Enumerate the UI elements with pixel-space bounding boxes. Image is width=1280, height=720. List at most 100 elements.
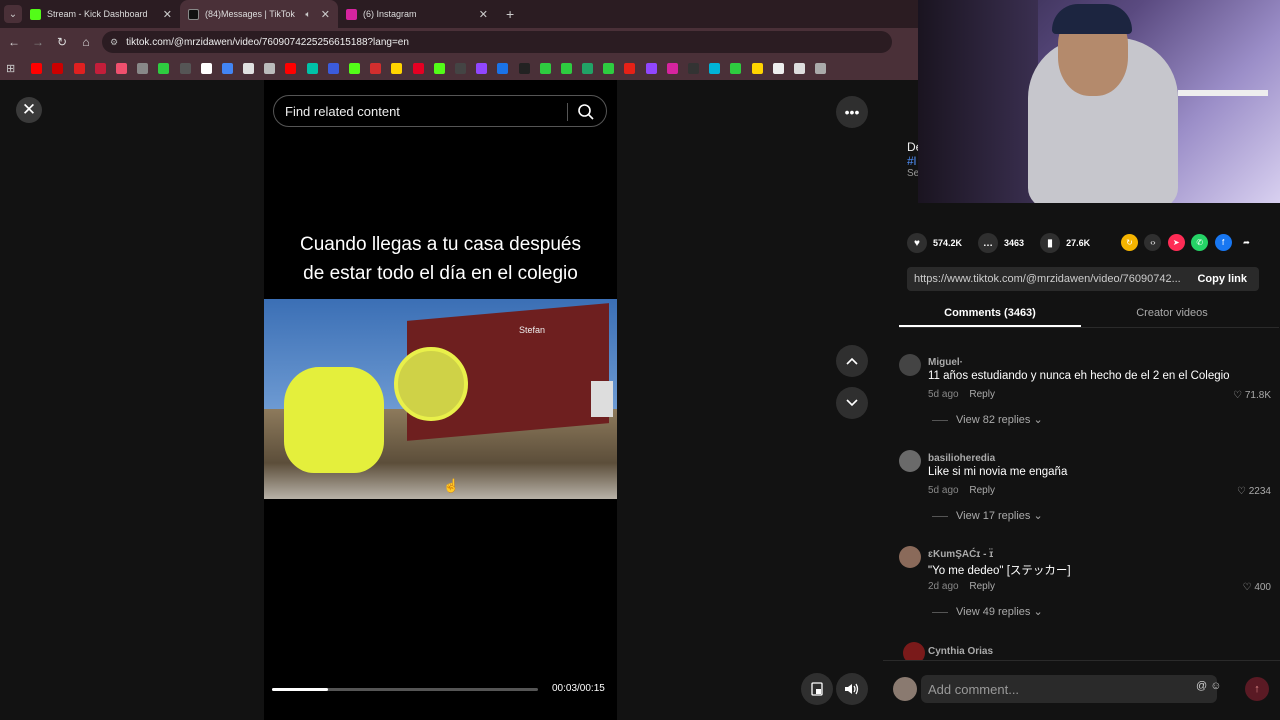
save-button[interactable]: ▮ 27.6K [1040, 233, 1090, 253]
bookmark-icon[interactable] [772, 62, 784, 74]
site-info-icon[interactable]: ⚙ [110, 37, 118, 48]
bookmark-icon[interactable] [115, 62, 127, 74]
repost-icon[interactable]: ↻ [1121, 234, 1138, 251]
avatar[interactable] [899, 354, 921, 376]
comment-button[interactable]: … 3463 [978, 233, 1024, 253]
comment-username[interactable]: basilioheredia [928, 453, 995, 464]
bookmark-icon[interactable] [476, 62, 488, 74]
bookmark-icon[interactable] [624, 62, 636, 74]
embed-icon[interactable]: ‹› [1144, 234, 1162, 251]
view-replies-button[interactable]: View 49 replies ⌄ [932, 605, 1043, 618]
video-progress-bar[interactable] [272, 688, 538, 691]
home-icon[interactable]: ⌂ [74, 35, 98, 49]
copy-link-button[interactable]: Copy link [1185, 273, 1259, 285]
bookmark-icon[interactable] [497, 62, 509, 74]
bookmark-icon[interactable] [560, 62, 572, 74]
save-count: 27.6K [1066, 238, 1091, 248]
reload-icon[interactable]: ↻ [50, 35, 74, 49]
back-icon[interactable]: ← [2, 35, 26, 49]
view-replies-button[interactable]: View 82 replies ⌄ [932, 413, 1043, 426]
bookmark-icon[interactable] [94, 62, 106, 74]
bookmark-icon[interactable] [221, 62, 233, 74]
comment-like-button[interactable]: ♡ 2234 [1237, 486, 1271, 497]
bookmark-icon[interactable] [688, 62, 700, 74]
send-to-friends-icon[interactable]: ➤ [1167, 234, 1185, 251]
bookmark-icon[interactable] [730, 62, 742, 74]
apps-grid-icon[interactable]: ⊞ [6, 62, 15, 75]
tab-creator-videos[interactable]: Creator videos [1081, 302, 1263, 327]
comment-like-button[interactable]: ♡ 71.8K [1233, 390, 1271, 401]
bookmark-icon[interactable] [158, 62, 170, 74]
bookmark-icon[interactable] [200, 62, 212, 74]
url-field[interactable]: ⚙ tiktok.com/@mrzidawen/video/7609074225… [102, 31, 892, 53]
view-replies-button[interactable]: View 17 replies ⌄ [932, 509, 1043, 522]
close-video-button[interactable]: ✕ [16, 97, 42, 123]
bookmark-icon[interactable] [793, 62, 805, 74]
forward-icon[interactable]: → [26, 35, 50, 49]
bookmark-icon[interactable] [179, 62, 191, 74]
video-link[interactable]: https://www.tiktok.com/@mrzidawen/video/… [907, 273, 1185, 285]
speaker-icon[interactable]: 🔈︎ [305, 9, 310, 20]
tab-title: (6) Instagram [363, 9, 417, 19]
bookmark-icon[interactable] [582, 62, 594, 74]
bookmark-icon[interactable] [709, 62, 721, 74]
facebook-icon[interactable]: f [1214, 234, 1232, 251]
bookmark-icon[interactable] [52, 62, 64, 74]
video-player[interactable]: Find related content Cuando llegas a tu … [264, 80, 617, 720]
reply-button[interactable]: Reply [969, 389, 995, 400]
tab-search-button[interactable]: ⌄ [4, 5, 22, 23]
like-button[interactable]: ♥ 574.2K [907, 233, 962, 253]
bookmark-icon[interactable] [454, 62, 466, 74]
new-tab-button[interactable]: + [506, 6, 514, 22]
bookmark-icon[interactable] [539, 62, 551, 74]
bookmark-icon[interactable] [603, 62, 615, 74]
previous-video-button[interactable] [836, 345, 868, 377]
reply-button[interactable]: Reply [969, 581, 995, 592]
bookmark-icon[interactable] [264, 62, 276, 74]
tab-tiktok[interactable]: (84)Messages | TikTok 🔈︎ ✕ [180, 0, 338, 28]
close-tab-icon[interactable]: ✕ [321, 8, 330, 21]
comment-username[interactable]: Cynthia Orias [928, 646, 993, 657]
bookmark-icon[interactable] [391, 62, 403, 74]
comment-username[interactable]: Miguel· [928, 357, 963, 368]
find-related-search[interactable]: Find related content [273, 95, 607, 127]
close-tab-icon[interactable]: ✕ [163, 8, 172, 21]
bookmark-icon[interactable] [349, 62, 361, 74]
comment-username[interactable]: ɛKumŞAĆɪ - ɪ̈ [928, 549, 993, 560]
bookmark-icon[interactable] [751, 62, 763, 74]
tab-instagram[interactable]: (6) Instagram ✕ [338, 0, 496, 28]
next-video-button[interactable] [836, 387, 868, 419]
bookmark-icon[interactable] [285, 62, 297, 74]
bookmark-icon[interactable] [412, 62, 424, 74]
bookmark-icon[interactable] [666, 62, 678, 74]
bookmark-icon[interactable] [31, 62, 43, 74]
comment-like-count: 2234 [1248, 486, 1271, 497]
bookmark-icon[interactable] [327, 62, 339, 74]
bookmark-icon[interactable] [243, 62, 255, 74]
share-arrow-icon[interactable]: ➦ [1237, 234, 1255, 251]
bookmark-icon[interactable] [815, 62, 827, 74]
volume-button[interactable] [836, 673, 868, 705]
tab-comments[interactable]: Comments (3463) [899, 302, 1081, 327]
post-comment-button[interactable]: ↑ [1245, 677, 1269, 701]
bookmark-icon[interactable] [73, 62, 85, 74]
more-options-button[interactable]: ••• [836, 96, 868, 128]
close-tab-icon[interactable]: ✕ [479, 8, 488, 21]
comment-like-button[interactable]: ♡ 400 [1243, 582, 1271, 593]
avatar[interactable] [899, 546, 921, 568]
avatar[interactable] [899, 450, 921, 472]
close-icon: ✕ [21, 100, 37, 119]
whatsapp-icon[interactable]: ✆ [1191, 234, 1209, 251]
reply-button[interactable]: Reply [969, 485, 995, 496]
bookmark-icon[interactable] [645, 62, 657, 74]
bookmark-icon[interactable] [370, 62, 382, 74]
bookmark-icon[interactable] [433, 62, 445, 74]
tab-kick[interactable]: Stream - Kick Dashboard ✕ [22, 0, 180, 28]
bookmark-icon[interactable] [518, 62, 530, 74]
mention-emoji-icons[interactable]: @ ☺ [1196, 680, 1221, 692]
bookmark-icon[interactable] [137, 62, 149, 74]
add-comment-input[interactable]: Add comment... [921, 675, 1217, 703]
search-icon[interactable] [577, 103, 595, 121]
floating-player-button[interactable] [801, 673, 833, 705]
bookmark-icon[interactable] [306, 62, 318, 74]
